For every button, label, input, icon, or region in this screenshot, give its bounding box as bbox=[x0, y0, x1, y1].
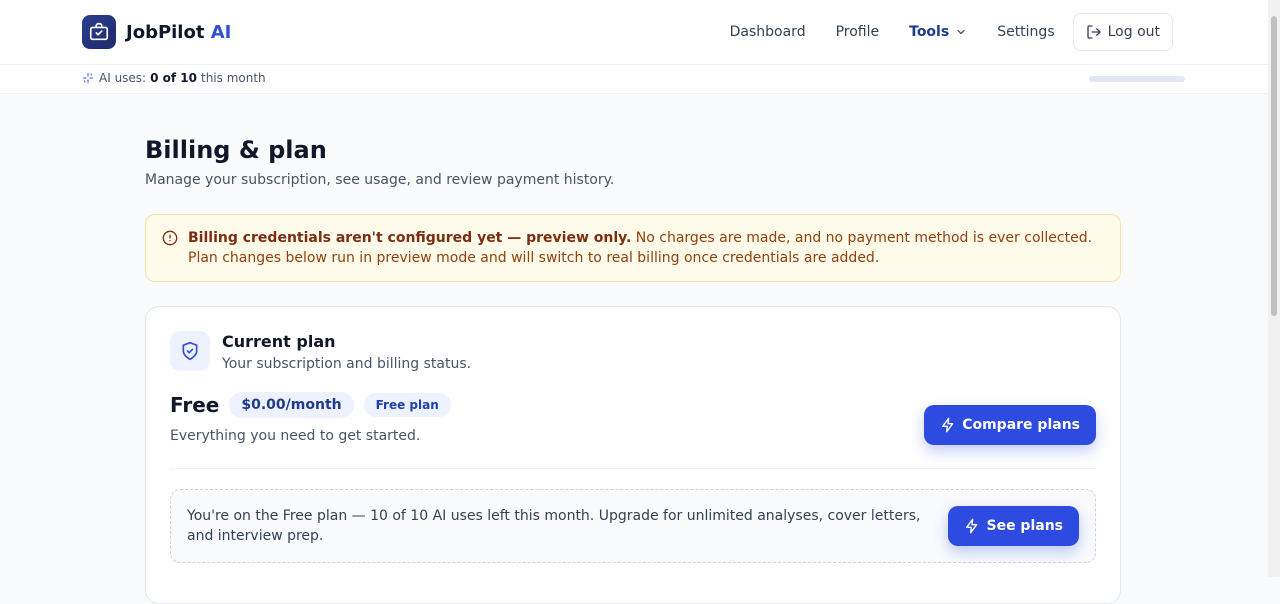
brand-name-accent: AI bbox=[210, 21, 232, 43]
logout-button[interactable]: Log out bbox=[1072, 13, 1173, 51]
card-header: Current plan Your subscription and billi… bbox=[170, 331, 1096, 372]
shield-check-icon bbox=[170, 331, 210, 371]
usage-strip: AI uses: 0 of 10 this month bbox=[0, 65, 1268, 94]
nav-dashboard[interactable]: Dashboard bbox=[730, 24, 806, 40]
plan-badge: Free plan bbox=[363, 393, 451, 417]
see-plans-label: See plans bbox=[986, 518, 1063, 534]
usage-text: AI uses: 0 of 10 this month bbox=[82, 71, 266, 85]
nav-settings-label: Settings bbox=[997, 24, 1055, 40]
usage-label: AI uses: bbox=[99, 71, 147, 85]
upgrade-note-text: You're on the Free plan — 10 of 10 AI us… bbox=[187, 508, 921, 544]
alert-circle-icon bbox=[162, 230, 178, 252]
main-content: Billing & plan Manage your subscription,… bbox=[145, 94, 1121, 604]
nav-tools[interactable]: Tools bbox=[909, 24, 967, 40]
chevron-down-icon bbox=[955, 26, 967, 38]
logout-label: Log out bbox=[1107, 24, 1160, 40]
page-title: Billing & plan bbox=[145, 136, 327, 164]
usage-suffix: this month bbox=[200, 71, 266, 85]
logout-icon bbox=[1086, 25, 1101, 39]
alert-title: Billing credentials aren't configured ye… bbox=[188, 230, 632, 246]
top-navigation: JobPilot AI Dashboard Profile Tools Sett… bbox=[0, 0, 1268, 65]
lightning-icon bbox=[942, 417, 954, 433]
card-header-text: Current plan Your subscription and billi… bbox=[222, 331, 471, 372]
nav-dashboard-label: Dashboard bbox=[729, 24, 806, 40]
usage-count: 0 of 10 bbox=[150, 71, 197, 85]
brand-name: JobPilot AI bbox=[126, 22, 231, 43]
usage-progress-bar bbox=[1089, 76, 1185, 82]
page-scrollbar[interactable] bbox=[1268, 0, 1280, 577]
brand-name-text: JobPilot bbox=[126, 21, 205, 43]
scrollbar-thumb[interactable] bbox=[1271, 16, 1277, 316]
nav-tools-label: Tools bbox=[909, 24, 950, 40]
card-title: Current plan bbox=[222, 332, 336, 351]
current-plan-card: Current plan Your subscription and billi… bbox=[145, 306, 1121, 604]
upgrade-note: You're on the Free plan — 10 of 10 AI us… bbox=[170, 489, 1096, 563]
compare-plans-button[interactable]: Compare plans bbox=[924, 405, 1096, 445]
main-nav: Dashboard Profile Tools Settings Log out bbox=[700, 13, 1173, 51]
sparkle-icon bbox=[83, 73, 93, 83]
lightning-icon bbox=[966, 518, 978, 534]
card-subtitle: Your subscription and billing status. bbox=[222, 356, 472, 372]
price-badge: $0.00/month bbox=[229, 392, 354, 418]
nav-profile[interactable]: Profile bbox=[836, 24, 880, 40]
preview-alert: Billing credentials aren't configured ye… bbox=[145, 214, 1121, 282]
card-divider bbox=[170, 468, 1096, 469]
nav-settings[interactable]: Settings bbox=[997, 24, 1054, 40]
nav-profile-label: Profile bbox=[835, 24, 880, 40]
compare-plans-label: Compare plans bbox=[962, 417, 1080, 433]
plan-name: Free bbox=[170, 393, 220, 417]
briefcase-logo-icon bbox=[82, 15, 116, 49]
brand[interactable]: JobPilot AI bbox=[82, 15, 231, 49]
see-plans-button[interactable]: See plans bbox=[948, 506, 1079, 546]
page-subtitle: Manage your subscription, see usage, and… bbox=[145, 172, 615, 188]
